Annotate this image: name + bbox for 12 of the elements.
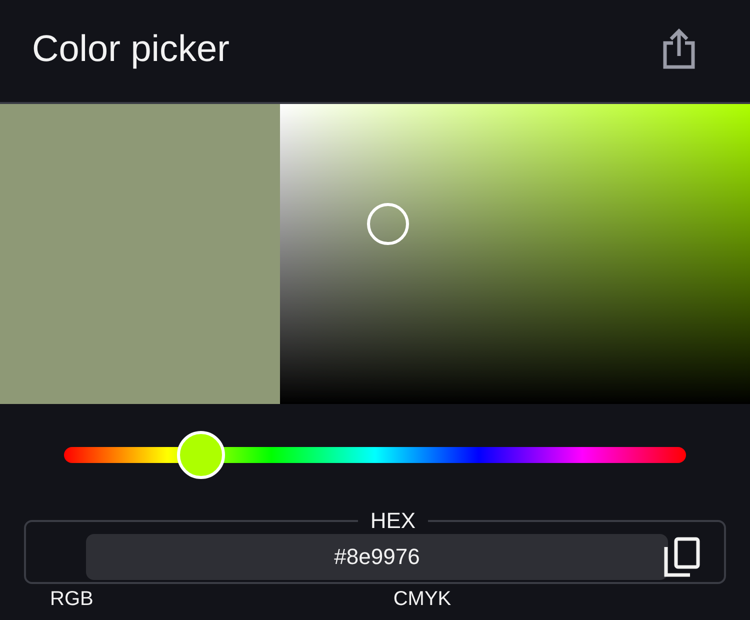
hex-label: HEX [369, 508, 417, 534]
saturation-value-area[interactable] [280, 104, 750, 404]
copy-button[interactable] [664, 537, 700, 577]
screen-title: Color picker [32, 28, 230, 70]
copy-icon [664, 537, 700, 577]
hex-input[interactable]: #8e9976 [86, 534, 668, 580]
share-icon [662, 28, 696, 70]
share-button[interactable] [662, 28, 696, 70]
section-label: CMYK [393, 588, 452, 611]
slider-thumb[interactable] [176, 431, 225, 479]
picker-cursor[interactable] [366, 203, 409, 245]
section-label: RGB [50, 588, 94, 611]
